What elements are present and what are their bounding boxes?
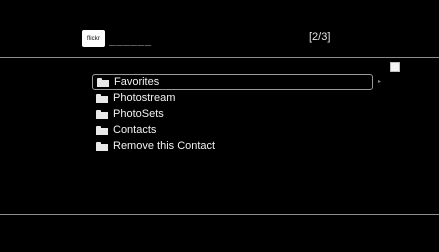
folder-icon: [96, 109, 108, 119]
footer-divider: [0, 214, 439, 215]
folder-icon: [97, 77, 109, 87]
folder-icon: [96, 93, 108, 103]
menu-item-label: Photostream: [113, 91, 176, 104]
menu-list: Favorites ▸ Photostream PhotoSets Contac…: [92, 74, 392, 154]
menu-item-contacts[interactable]: Contacts: [92, 122, 392, 138]
folder-icon: [96, 125, 108, 135]
header-divider: [0, 57, 439, 58]
page-indicator: [2/3]: [309, 31, 331, 43]
logo-text: flickr: [87, 35, 100, 42]
menu-item-label: Favorites: [114, 75, 160, 88]
menu-item-label: PhotoSets: [113, 107, 164, 120]
flickr-screen: flickr ______ [2/3] Favorites ▸ Photostr…: [0, 0, 439, 252]
checkbox-icon[interactable]: [390, 62, 400, 72]
folder-icon: [96, 141, 108, 151]
menu-item-remove-contact[interactable]: Remove this Contact: [92, 138, 392, 154]
menu-item-favorites[interactable]: Favorites ▸: [92, 74, 381, 90]
menu-item-photostream[interactable]: Photostream: [92, 90, 392, 106]
menu-item-photosets[interactable]: PhotoSets: [92, 106, 392, 122]
flickr-logo-icon: flickr: [82, 30, 105, 47]
menu-item-label: Contacts: [113, 123, 157, 136]
scroll-right-icon: ▸: [378, 79, 382, 85]
menu-item-label: Remove this Contact: [113, 139, 216, 152]
username-placeholder: ______: [109, 33, 152, 46]
